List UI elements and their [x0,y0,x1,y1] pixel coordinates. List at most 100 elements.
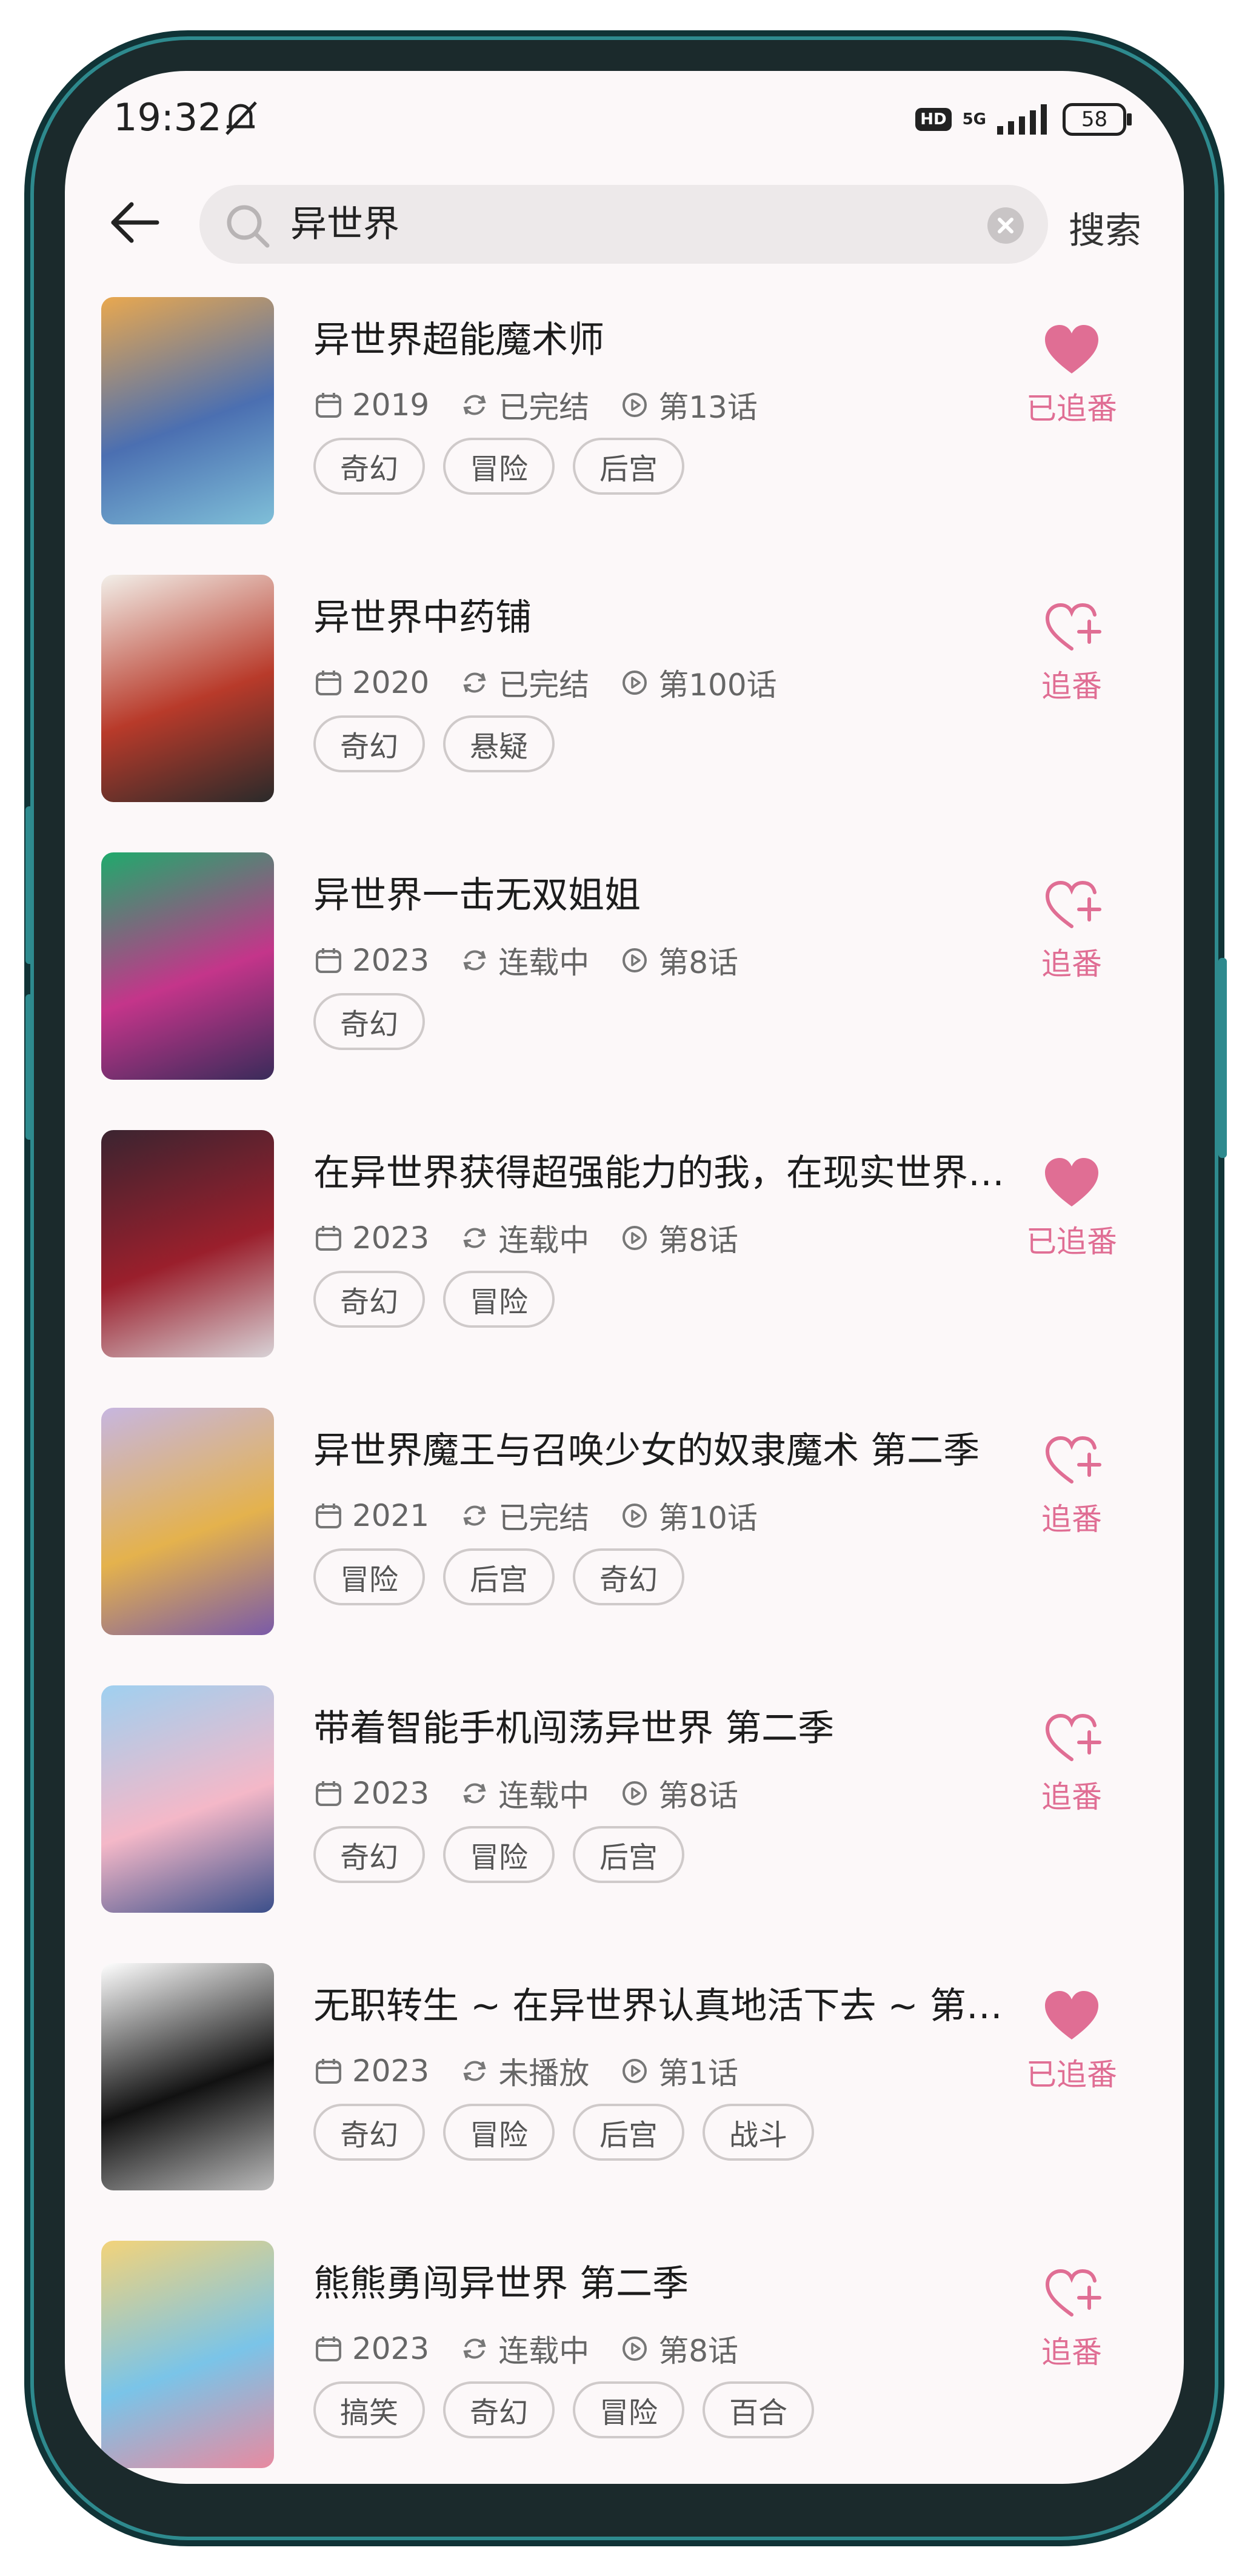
play-circle-icon [623,393,647,417]
follow-button[interactable]: 追番 [1014,1711,1129,1816]
genre-tag[interactable]: 奇幻 [443,2381,555,2438]
anime-episode: 第8话 [658,1223,739,1258]
play-circle-icon [623,1504,647,1528]
search-button[interactable]: 搜索 [1069,201,1141,254]
anime-cover-image[interactable] [101,852,274,1080]
genre-tag[interactable]: 百合 [703,2381,815,2438]
follow-button[interactable]: 已追番 [1014,1156,1129,1261]
follow-label: 追番 [1041,2335,1102,2370]
genre-tag[interactable]: 搞笑 [313,2381,426,2438]
anime-cover-image[interactable] [101,1963,274,2190]
follow-label: 追番 [1041,946,1102,982]
volume-button-2 [25,994,34,1140]
anime-year: 2023 [352,2331,430,2366]
anime-meta: 2019 已完结 第13话 [313,383,788,427]
play-circle-icon [623,2337,647,2361]
refresh-icon [463,1783,486,1804]
anime-title[interactable]: 带着智能手机闯荡异世界 第二季 [313,1699,1010,1751]
follow-label: 已追番 [1026,2057,1117,2092]
anime-meta: 2023 连载中 第8话 [313,938,769,982]
genre-tag[interactable]: 后宫 [573,1826,685,1883]
anime-title[interactable]: 在异世界获得超强能力的我，在现实世界照样无敌～等级提升改变人生命运～ [313,1143,1010,1196]
heart-add-icon [1045,1436,1101,1484]
genre-tag[interactable]: 冒险 [313,1548,426,1605]
heart-filled-icon [1045,1158,1098,1206]
anime-status: 连载中 [498,1778,590,1813]
follow-button[interactable]: 追番 [1014,600,1129,706]
genre-tag[interactable]: 奇幻 [573,1548,685,1605]
result-item[interactable]: 熊熊勇闯异世界 第二季 2023 连载中 第8话 搞笑 奇幻 冒险 百合 追番 [65,2230,1184,2484]
anime-status: 连载中 [498,1223,590,1258]
anime-year: 2023 [352,1776,430,1811]
genre-tag[interactable]: 冒险 [443,438,555,495]
genre-tag[interactable]: 奇幻 [313,2104,426,2161]
anime-cover-image[interactable] [101,1408,274,1635]
genre-tag[interactable]: 冒险 [573,2381,685,2438]
genre-tag[interactable]: 奇幻 [313,438,426,495]
refresh-icon [463,950,486,971]
follow-button[interactable]: 追番 [1014,2266,1129,2372]
result-item[interactable]: 异世界中药铺 2020 已完结 第100话 奇幻 悬疑 追番 [65,564,1184,841]
anime-title[interactable]: 异世界中药铺 [313,588,1010,641]
heart-add-icon [1045,603,1101,651]
results-list: 异世界超能魔术师 2019 已完结 第13话 奇幻 冒险 后宫 已追番 异世界中… [65,286,1184,2484]
anime-title[interactable]: 异世界一击无双姐姐 [313,866,1010,918]
calendar-icon [316,1226,341,1251]
follow-label: 追番 [1041,1502,1102,1537]
anime-episode: 第10话 [658,1500,758,1536]
genre-tag[interactable]: 奇幻 [313,1826,426,1883]
follow-button[interactable]: 已追番 [1014,323,1129,428]
genre-tag[interactable]: 奇幻 [313,1271,426,1328]
anime-episode: 第8话 [658,1778,739,1813]
genre-tag[interactable]: 奇幻 [313,715,426,772]
battery-indicator: 58 [1063,103,1132,136]
anime-year: 2023 [352,2053,430,2089]
tag-list: 搞笑 奇幻 冒险 百合 [313,2381,832,2438]
play-circle-icon [623,671,647,695]
result-item[interactable]: 异世界魔王与召唤少女的奴隶魔术 第二季 2021 已完结 第10话 冒险 后宫 … [65,1397,1184,1674]
result-item[interactable]: 异世界超能魔术师 2019 已完结 第13话 奇幻 冒险 后宫 已追番 [65,286,1184,564]
anime-title[interactable]: 异世界魔王与召唤少女的奴隶魔术 第二季 [313,1421,1010,1474]
result-item[interactable]: 在异世界获得超强能力的我，在现实世界照样无敌～等级提升改变人生命运～ 2023 [65,1119,1184,1397]
result-item[interactable]: 带着智能手机闯荡异世界 第二季 2023 连载中 第8话 奇幻 冒险 后宫 追番 [65,1674,1184,1952]
heart-add-icon [1045,2269,1101,2317]
genre-tag[interactable]: 冒险 [443,1826,555,1883]
anime-title[interactable]: 熊熊勇闯异世界 第二季 [313,2254,1010,2307]
anime-year: 2020 [352,665,430,700]
signal-icon [997,104,1047,135]
follow-label: 追番 [1041,1779,1102,1815]
clear-search-icon[interactable] [987,207,1024,244]
genre-tag[interactable]: 奇幻 [313,993,426,1050]
anime-cover-image[interactable] [101,297,274,524]
tag-list: 奇幻 冒险 后宫 战斗 [313,2104,832,2161]
refresh-icon [463,2338,486,2359]
follow-button[interactable]: 已追番 [1014,1989,1129,2094]
anime-cover-image[interactable] [101,1130,274,1357]
result-item[interactable]: 异世界一击无双姐姐 2023 连载中 第8话 奇幻 追番 [65,841,1184,1119]
anime-cover-image[interactable] [101,2241,274,2468]
bell-muted-icon [225,101,257,135]
genre-tag[interactable]: 后宫 [573,438,685,495]
genre-tag[interactable]: 后宫 [443,1548,555,1605]
anime-episode: 第100话 [658,667,777,703]
follow-button[interactable]: 追番 [1014,878,1129,983]
search-input[interactable]: 异世界 [199,185,1048,264]
follow-button[interactable]: 追番 [1014,1433,1129,1539]
search-query[interactable]: 异世界 [290,203,399,246]
anime-cover-image[interactable] [101,1685,274,1913]
genre-tag[interactable]: 冒险 [443,2104,555,2161]
genre-tag[interactable]: 后宫 [573,2104,685,2161]
anime-title[interactable]: 无职转生 ~ 在异世界认真地活下去 ~ 第二季 [313,1976,1010,2029]
anime-title[interactable]: 异世界超能魔术师 [313,310,1010,363]
anime-cover-image[interactable] [101,575,274,802]
status-bar: 19:32 HD 5G 58 [65,71,1184,174]
genre-tag[interactable]: 悬疑 [443,715,555,772]
genre-tag[interactable]: 冒险 [443,1271,555,1328]
tag-list: 冒险 后宫 奇幻 [313,1548,703,1605]
anime-meta: 2023 连载中 第8话 [313,1216,769,1260]
play-circle-icon [623,1781,647,1805]
back-arrow-icon[interactable] [107,198,162,247]
genre-tag[interactable]: 战斗 [703,2104,815,2161]
result-item[interactable]: 无职转生 ~ 在异世界认真地活下去 ~ 第二季 2023 未播放 第1话 奇幻 … [65,1952,1184,2230]
anime-status: 连载中 [498,2333,590,2369]
